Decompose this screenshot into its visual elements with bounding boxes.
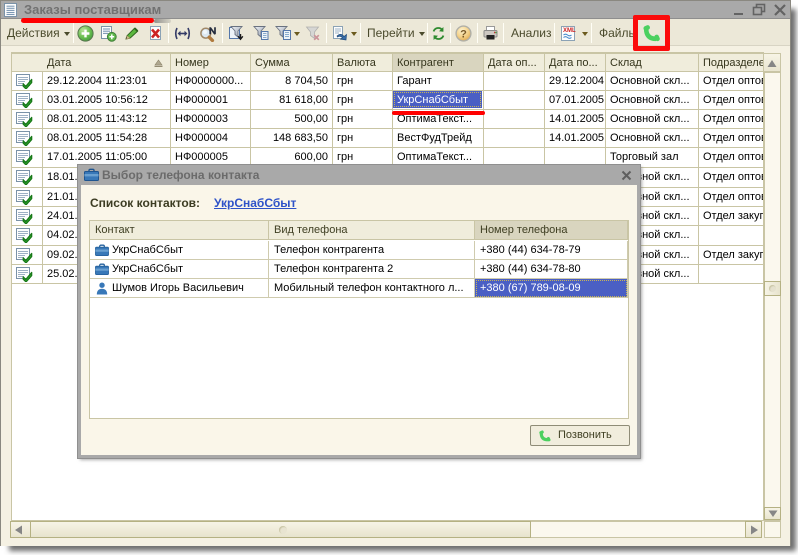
svg-text:XML: XML — [563, 28, 576, 34]
svg-text:?: ? — [460, 28, 467, 40]
